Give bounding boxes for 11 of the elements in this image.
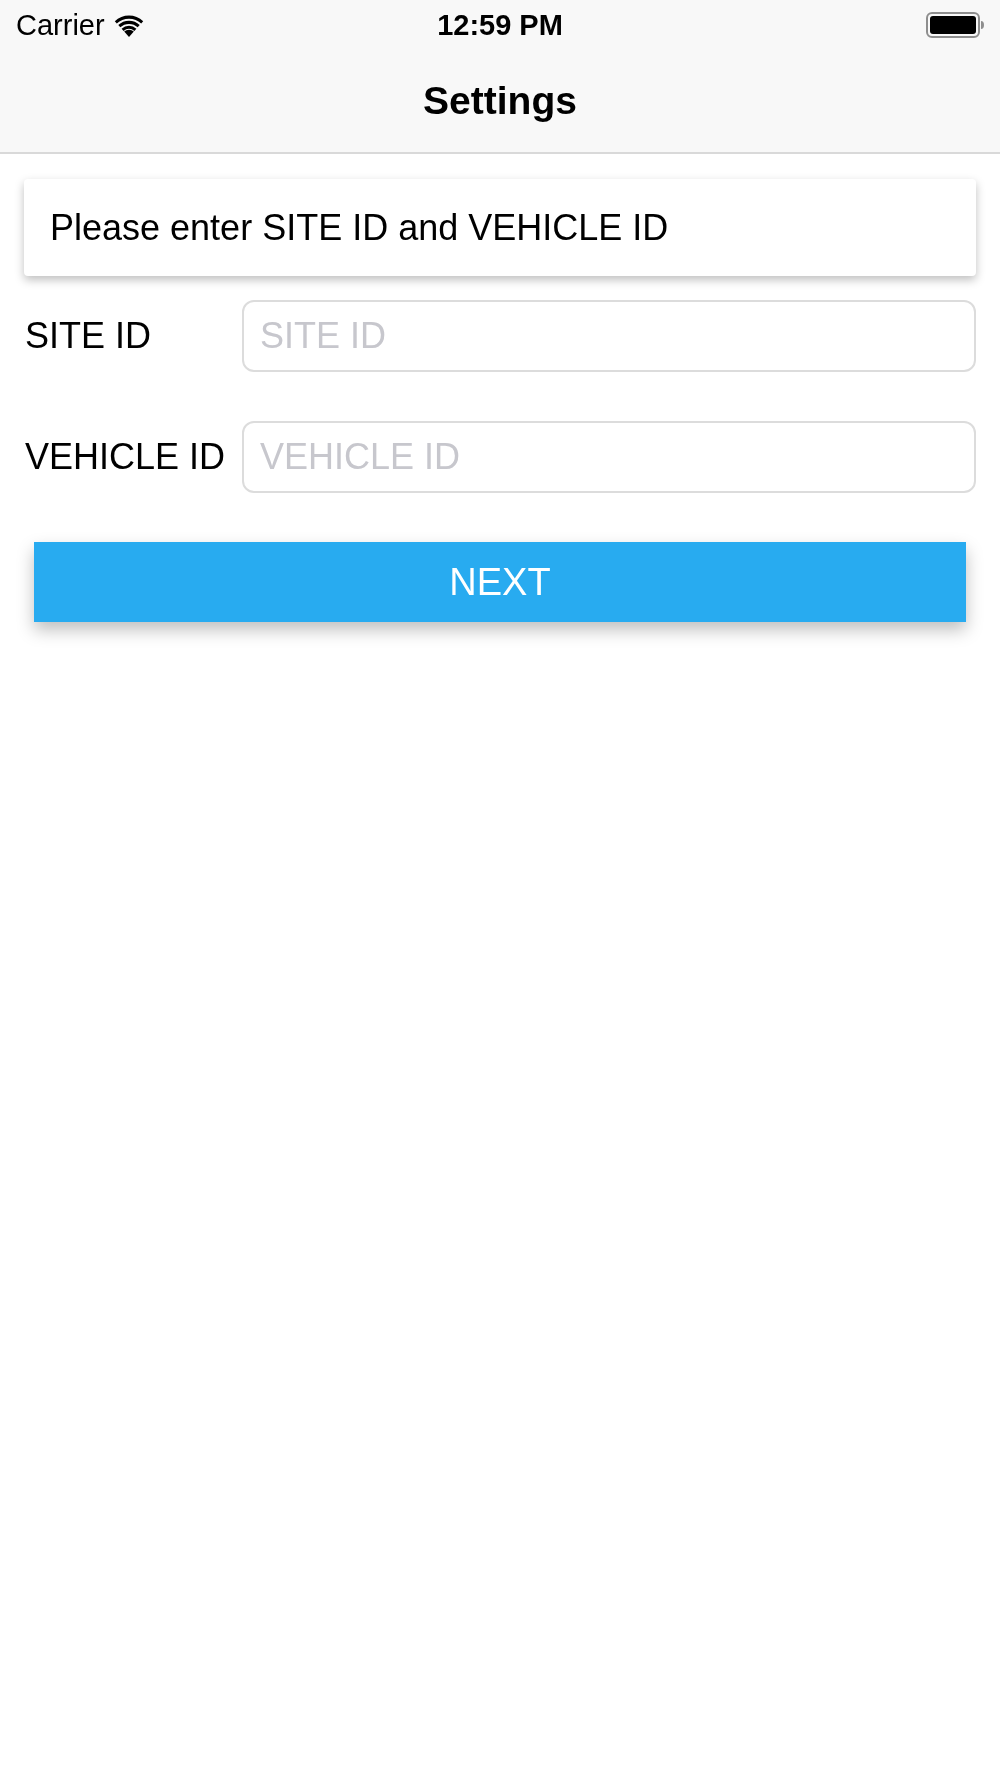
carrier-label: Carrier: [16, 10, 105, 40]
wifi-icon: [113, 13, 144, 37]
battery-icon: [926, 12, 984, 38]
instruction-text: Please enter SITE ID and VEHICLE ID: [50, 209, 669, 246]
status-time: 12:59 PM: [437, 10, 563, 40]
text-input-field[interactable]: VEHICLE ID: [242, 421, 976, 493]
screen-title: Settings: [423, 80, 577, 120]
text-input-field[interactable]: SITE ID: [242, 300, 976, 372]
next-button[interactable]: NEXT: [34, 542, 966, 622]
field-label: SITE ID: [24, 318, 153, 354]
field-label: VEHICLE ID: [24, 439, 227, 475]
